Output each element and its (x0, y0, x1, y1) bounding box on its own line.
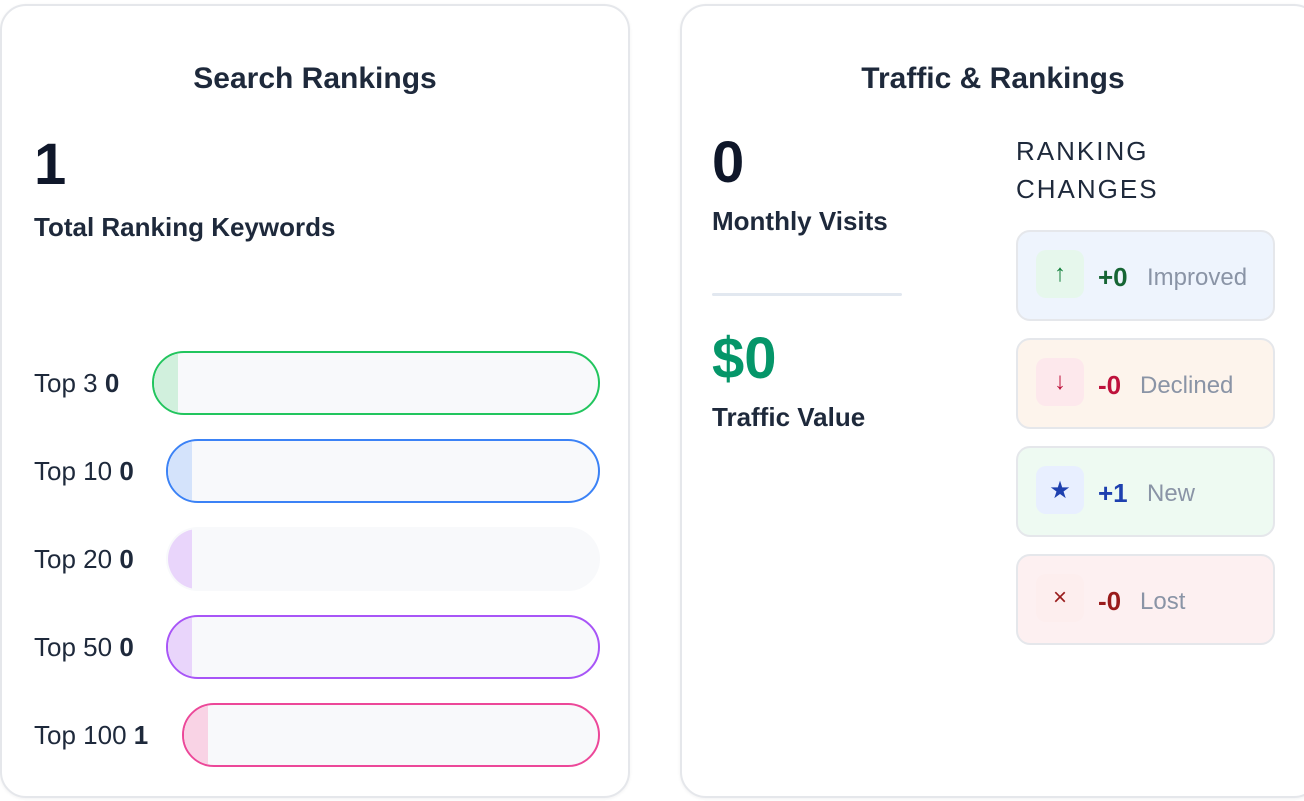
metrics-divider (712, 293, 902, 296)
arrow-up-icon: ↑ (1036, 250, 1084, 298)
total-keywords-count: 1 (34, 132, 67, 197)
ranking-change-value: +1 (1098, 478, 1128, 508)
rank-tier-bar-fill (154, 353, 178, 413)
rank-tier-label: Top 20 0 (34, 544, 134, 574)
rank-tier-count: 0 (104, 368, 120, 398)
star-icon: ★ (1036, 466, 1084, 514)
ranking-changes-heading: RANKING CHANGES (1016, 136, 1159, 204)
rank-tier-bar (152, 351, 600, 415)
monthly-visits-label: Monthly Visits (712, 206, 888, 236)
arrow-down-icon: ↓ (1036, 358, 1084, 406)
ranking-change-value: -0 (1098, 370, 1122, 400)
rank-tier-label: Top 10 0 (34, 456, 134, 486)
ranking-change-improved: ↑ +0 Improved (1016, 230, 1275, 321)
ranking-change-label: Improved (1147, 264, 1248, 291)
rank-tier-count: 0 (119, 544, 134, 574)
ranking-change-value: +0 (1098, 262, 1128, 292)
rank-tier-top-50: Top 50 0 (34, 615, 600, 679)
total-keywords-label: Total Ranking Keywords (34, 212, 336, 242)
rank-tier-bar-fill (168, 529, 192, 589)
rank-tier-bar-fill (168, 441, 192, 501)
rank-tier-count: 1 (133, 720, 149, 750)
ranking-change-new: ★ +1 New (1016, 446, 1275, 537)
ranking-change-label: Lost (1140, 588, 1186, 615)
rank-tier-top-10: Top 10 0 (34, 439, 600, 503)
close-icon: × (1036, 574, 1084, 622)
ranking-change-label: Declined (1140, 372, 1234, 399)
rank-tier-top-20: Top 20 0 (34, 527, 600, 591)
search-rankings-card: Search Rankings 1 Total Ranking Keywords… (0, 4, 630, 798)
search-rankings-title: Search Rankings (193, 62, 437, 95)
ranking-change-label: New (1147, 480, 1196, 507)
rank-tier-label: Top 100 1 (34, 720, 149, 750)
monthly-visits-count: 0 (712, 130, 745, 195)
rank-tier-bar (166, 615, 600, 679)
rank-tier-label: Top 50 0 (34, 632, 134, 662)
rank-tier-top-3: Top 3 0 (34, 351, 600, 415)
rank-tier-top-100: Top 100 1 (34, 703, 600, 767)
rank-tier-bar (166, 439, 600, 503)
rank-tier-count: 0 (119, 632, 134, 662)
rank-tier-bar-fill (184, 705, 208, 765)
ranking-change-value: -0 (1098, 586, 1122, 616)
traffic-value-amount: $0 (712, 326, 777, 391)
rank-tier-count: 0 (119, 456, 134, 486)
ranking-change-declined: ↓ -0 Declined (1016, 338, 1275, 429)
rank-tier-label: Top 3 0 (34, 368, 120, 398)
ranking-change-lost: × -0 Lost (1016, 554, 1275, 645)
rank-tier-bar (166, 527, 600, 591)
traffic-rankings-title: Traffic & Rankings (861, 62, 1125, 95)
rank-tier-bar (182, 703, 600, 767)
traffic-value-label: Traffic Value (712, 402, 866, 432)
rank-tier-bar-fill (168, 617, 192, 677)
